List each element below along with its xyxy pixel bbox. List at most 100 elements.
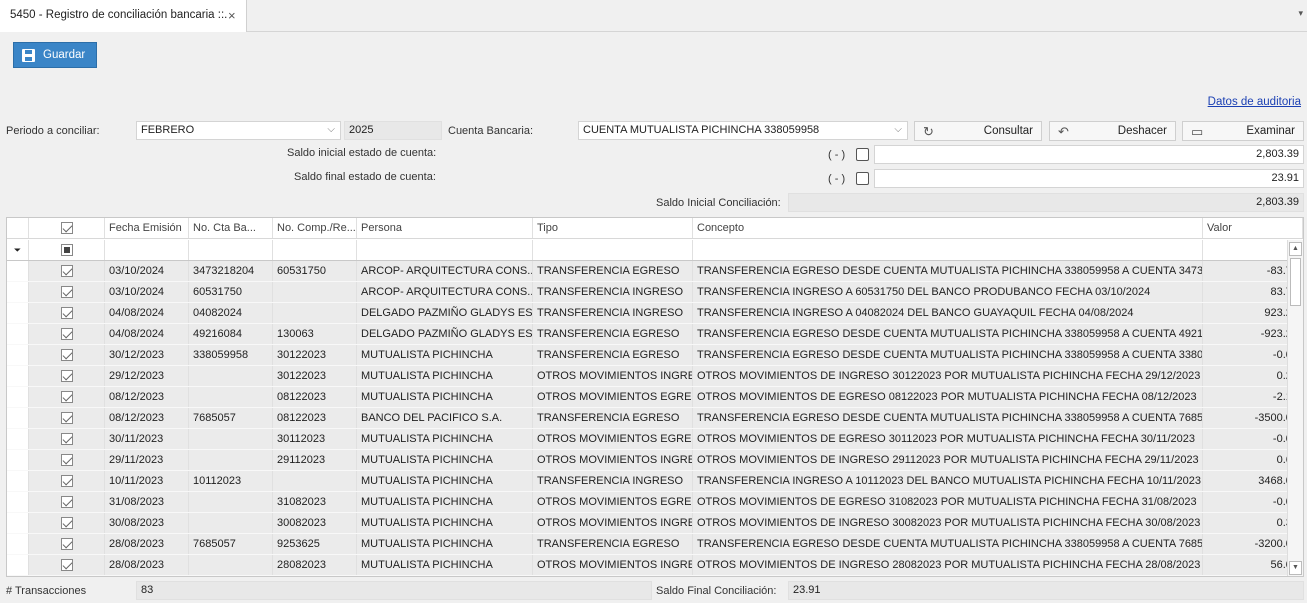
table-row[interactable]: 03/10/2024 3473218204 60531750 ARCOP- ARQUI…	[7, 261, 1303, 282]
row-check-cell[interactable]	[29, 366, 105, 386]
table-row[interactable]: 08/12/2023 08122023 MUTUALISTA PICHINCHA OT…	[7, 387, 1303, 408]
table-row[interactable]: 10/11/2023 10112023 MUTUALISTA PICHINCHA TR…	[7, 471, 1303, 492]
row-checkbox[interactable]	[60, 433, 73, 445]
row-checkbox[interactable]	[60, 475, 73, 487]
table-row[interactable]: 08/12/2023 7685057 08122023 BANCO DEL PACIF…	[7, 408, 1303, 429]
row-checkbox[interactable]	[60, 265, 73, 277]
table-row[interactable]: 29/11/2023 29112023 MUTUALISTA PICHINCHA OT…	[7, 450, 1303, 471]
row-indicator	[7, 345, 29, 365]
row-checkbox[interactable]	[60, 454, 73, 466]
saldo-inicial-input[interactable]: 2,803.39	[874, 145, 1304, 164]
row-check-cell[interactable]	[29, 450, 105, 470]
saldo-final-negative-checkbox[interactable]	[856, 172, 869, 185]
row-checkbox[interactable]	[60, 286, 73, 298]
row-check-cell[interactable]	[29, 324, 105, 344]
table-row[interactable]: 04/08/2024 04082024 DELGADO PAZMIÑO GLADYS…	[7, 303, 1303, 324]
filter-check-cell[interactable]	[29, 240, 105, 260]
col-fecha-cell: 30/08/2023	[105, 513, 189, 533]
select-all-cell[interactable]	[29, 218, 105, 238]
row-checkbox[interactable]	[60, 307, 73, 319]
col-persona-cell: MUTUALISTA PICHINCHA	[357, 429, 533, 449]
row-check-cell[interactable]	[29, 387, 105, 407]
saldo-final-input[interactable]: 23.91	[874, 169, 1304, 188]
row-check-cell[interactable]	[29, 429, 105, 449]
tab-menu-icon[interactable]: ▾	[1298, 8, 1303, 19]
table-row[interactable]: 03/10/2024 60531750 ARCOP- ARQUITECTURA CO…	[7, 282, 1303, 303]
save-button[interactable]: Guardar	[13, 42, 97, 68]
row-check-cell[interactable]	[29, 471, 105, 491]
col-persona-cell: ARCOP- ARQUITECTURA CONS...	[357, 261, 533, 281]
col-comprobante-cell: 130063	[273, 324, 357, 344]
select-all-checkbox[interactable]	[60, 222, 73, 234]
col-comprobante-cell: 30122023	[273, 345, 357, 365]
filter-checkbox[interactable]	[60, 244, 73, 256]
row-checkbox[interactable]	[60, 538, 73, 550]
scroll-down-icon[interactable]: ▼	[1289, 561, 1302, 575]
table-row[interactable]: 30/08/2023 30082023 MUTUALISTA PICHINCHA OT…	[7, 513, 1303, 534]
filter-input-comprobante[interactable]	[273, 240, 357, 260]
row-checkbox[interactable]	[60, 496, 73, 508]
column-header-concepto[interactable]: Concepto	[693, 218, 1203, 238]
vertical-scrollbar[interactable]: ▲ ▼	[1287, 240, 1303, 576]
deshacer-button[interactable]: ↶ Deshacer	[1049, 121, 1176, 141]
cuenta-select[interactable]: CUENTA MUTUALISTA PICHINCHA 338059958 ⌵	[578, 121, 908, 140]
close-icon[interactable]: ×	[228, 8, 236, 23]
col-cuenta-cell: 04082024	[189, 303, 273, 323]
row-checkbox[interactable]	[60, 517, 73, 529]
row-check-cell[interactable]	[29, 345, 105, 365]
row-check-cell[interactable]	[29, 261, 105, 281]
filter-input-tipo[interactable]	[533, 240, 693, 260]
scroll-up-icon[interactable]: ▲	[1289, 242, 1302, 256]
table-row[interactable]: 28/08/2023 28082023 MUTUALISTA PICHINCHA OT…	[7, 555, 1303, 576]
row-checkbox[interactable]	[60, 349, 73, 361]
filter-input-persona[interactable]	[357, 240, 533, 260]
column-header-valor[interactable]: Valor	[1203, 218, 1303, 238]
row-checkbox[interactable]	[60, 328, 73, 340]
row-check-cell[interactable]	[29, 555, 105, 575]
filter-icon[interactable]: ⏷	[14, 245, 21, 256]
row-indicator	[7, 324, 29, 344]
tab-document[interactable]: 5450 - Registro de conciliación bancaria…	[0, 0, 247, 32]
tab-title: 5450 - Registro de conciliación bancaria…	[10, 9, 228, 21]
filter-input-cuenta[interactable]	[189, 240, 273, 260]
column-header-tipo[interactable]: Tipo	[533, 218, 693, 238]
filter-input-concepto[interactable]	[693, 240, 1203, 260]
table-row[interactable]: 31/08/2023 31082023 MUTUALISTA PICHINCHA OT…	[7, 492, 1303, 513]
col-concepto-cell: OTROS MOVIMIENTOS DE EGRESO 31082023 POR…	[693, 492, 1203, 512]
row-indicator	[7, 282, 29, 302]
column-header-persona[interactable]: Persona	[357, 218, 533, 238]
row-checkbox[interactable]	[60, 412, 73, 424]
table-row[interactable]: 04/08/2024 49216084 130063 DELGADO PAZMIÑO …	[7, 324, 1303, 345]
filter-input-fecha[interactable]	[105, 240, 189, 260]
col-persona-cell: MUTUALISTA PICHINCHA	[357, 534, 533, 554]
scroll-thumb[interactable]	[1290, 258, 1301, 306]
consultar-button[interactable]: ↻ Consultar	[914, 121, 1042, 141]
row-checkbox[interactable]	[60, 559, 73, 571]
row-check-cell[interactable]	[29, 408, 105, 428]
col-tipo-cell: TRANSFERENCIA EGRESO	[533, 345, 693, 365]
row-check-cell[interactable]	[29, 303, 105, 323]
row-check-cell[interactable]	[29, 534, 105, 554]
column-header-fecha[interactable]: Fecha Emisión	[105, 218, 189, 238]
row-check-cell[interactable]	[29, 282, 105, 302]
table-row[interactable]: 28/08/2023 7685057 9253625 MUTUALISTA PICHI…	[7, 534, 1303, 555]
row-checkbox[interactable]	[60, 370, 73, 382]
col-cuenta-cell	[189, 513, 273, 533]
table-row[interactable]: 29/12/2023 30122023 MUTUALISTA PICHINCHA OT…	[7, 366, 1303, 387]
table-row[interactable]: 30/11/2023 30112023 MUTUALISTA PICHINCHA OT…	[7, 429, 1303, 450]
table-row[interactable]: 30/12/2023 338059958 30122023 MUTUALISTA PI…	[7, 345, 1303, 366]
cuenta-label: Cuenta Bancaria:	[448, 125, 533, 137]
saldo-final-label: Saldo final estado de cuenta:	[294, 171, 436, 183]
saldo-final-conciliacion-label: Saldo Final Conciliación:	[656, 585, 777, 597]
examinar-button[interactable]: ▭ Examinar	[1182, 121, 1304, 141]
row-check-cell[interactable]	[29, 513, 105, 533]
column-header-cuenta[interactable]: No. Cta Ba...	[189, 218, 273, 238]
col-fecha-cell: 29/11/2023	[105, 450, 189, 470]
audit-data-link[interactable]: Datos de auditoria	[1208, 96, 1301, 108]
saldo-inicial-negative-checkbox[interactable]	[856, 148, 869, 161]
row-checkbox[interactable]	[60, 391, 73, 403]
row-indicator	[7, 366, 29, 386]
column-header-comprobante[interactable]: No. Comp./Re...	[273, 218, 357, 238]
periodo-select[interactable]: FEBRERO ⌵	[136, 121, 341, 140]
row-check-cell[interactable]	[29, 492, 105, 512]
